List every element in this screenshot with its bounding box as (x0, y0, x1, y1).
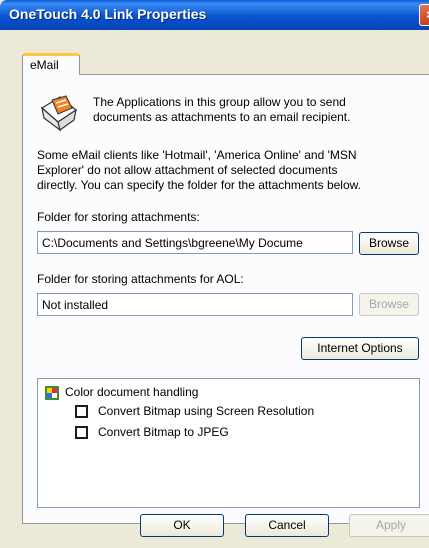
attachments-folder-label: Folder for storing attachments: (37, 210, 200, 224)
jpeg-label: Convert Bitmap to JPEG (98, 425, 229, 439)
cancel-button[interactable]: Cancel (245, 514, 329, 537)
intro-line: The Applications in this group allow you… (93, 95, 346, 109)
color-handling-list: Color document handling Convert Bitmap u… (37, 378, 420, 508)
aol-folder-input[interactable]: Not installed (37, 293, 353, 316)
screen-resolution-label: Convert Bitmap using Screen Resolution (98, 404, 315, 418)
note-line: Explorer' do not allow attachment of sel… (37, 163, 338, 177)
close-button[interactable]: × (419, 4, 429, 26)
attachments-browse-button[interactable]: Browse (359, 232, 419, 255)
properties-dialog: OneTouch 4.0 Link Properties × eMail The… (0, 0, 429, 548)
apply-button[interactable]: Apply (349, 514, 429, 537)
screen-resolution-checkbox[interactable] (75, 405, 88, 418)
title-bar[interactable]: OneTouch 4.0 Link Properties × (0, 0, 429, 30)
attachments-folder-input[interactable]: C:\Documents and Settings\bgreene\My Doc… (37, 231, 353, 254)
color-handling-title: Color document handling (65, 385, 199, 399)
note-line: directly. You can specify the folder for… (37, 178, 361, 192)
window-title: OneTouch 4.0 Link Properties (9, 6, 207, 22)
jpeg-checkbox[interactable] (75, 426, 88, 439)
internet-options-button[interactable]: Internet Options (301, 337, 419, 360)
email-tab-panel: The Applications in this group allow you… (22, 74, 429, 524)
aol-folder-label: Folder for storing attachments for AOL: (37, 272, 244, 286)
color-palette-icon (45, 386, 59, 400)
tab-email[interactable]: eMail (22, 53, 80, 75)
note-line: Some eMail clients like 'Hotmail', 'Amer… (37, 148, 357, 162)
intro-text: The Applications in this group allow you… (93, 95, 423, 125)
ok-button[interactable]: OK (140, 514, 224, 537)
aol-browse-button[interactable]: Browse (359, 293, 419, 316)
email-envelope-icon (40, 95, 78, 132)
email-client-note: Some eMail clients like 'Hotmail', 'Amer… (37, 148, 425, 193)
intro-line: documents as attachments to an email rec… (93, 110, 351, 124)
